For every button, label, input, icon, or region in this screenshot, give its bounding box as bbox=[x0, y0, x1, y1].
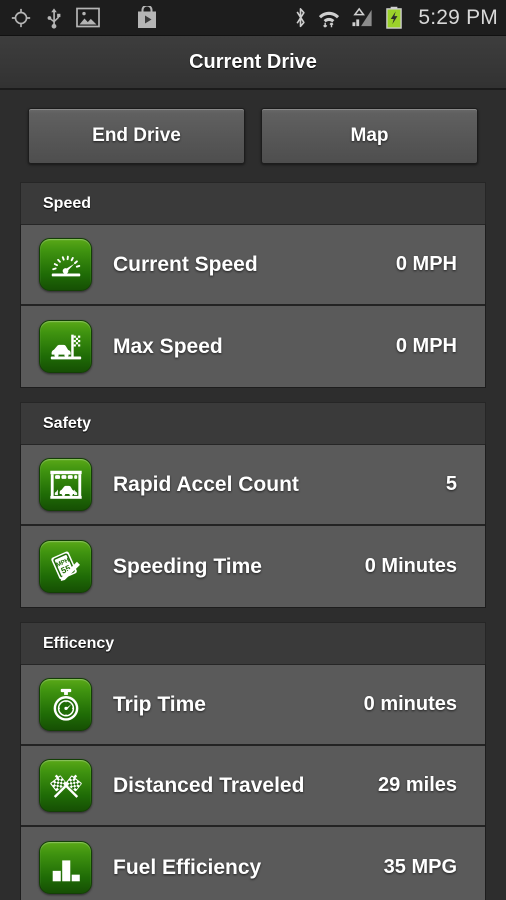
metric-value: 0 Minutes bbox=[364, 555, 457, 577]
cellular-signal-icon bbox=[350, 6, 376, 29]
map-button[interactable]: Map bbox=[261, 108, 478, 164]
section-rows: Current Speed 0 MPH Max Speed 0 MPH bbox=[20, 224, 486, 388]
metric-icon-wrapper bbox=[39, 238, 92, 291]
metric-row[interactable]: Current Speed 0 MPH bbox=[21, 225, 485, 306]
section-header: Efficency bbox=[20, 622, 486, 664]
page-title: Current Drive bbox=[189, 50, 317, 73]
metric-value: 0 MPH bbox=[395, 253, 457, 275]
metric-value: 0 MPH bbox=[395, 335, 457, 357]
wifi-icon bbox=[317, 6, 341, 29]
metric-value: 5 bbox=[445, 473, 457, 495]
battery-charging-icon bbox=[385, 6, 403, 29]
metric-row[interactable]: MPH 55 Speeding Time 0 Minutes bbox=[21, 526, 485, 607]
speed-limit-sign-pen-icon: MPH 55 bbox=[39, 540, 92, 593]
action-button-row: End Drive Map bbox=[0, 90, 506, 182]
bluetooth-icon bbox=[293, 6, 308, 29]
metric-icon-wrapper: MPH 55 bbox=[39, 540, 92, 593]
status-bar-left-icons bbox=[10, 6, 158, 29]
metrics-sections: Speed Current Speed 0 MPH Max Speed 0 MPH Saf… bbox=[0, 182, 506, 900]
metric-icon-wrapper bbox=[39, 320, 92, 373]
usb-icon bbox=[46, 7, 62, 29]
metric-row[interactable]: Rapid Accel Count 5 bbox=[21, 445, 485, 526]
section-rows: Trip Time 0 minutes Distanced Traveled 29 m… bbox=[20, 664, 486, 900]
status-bar[interactable]: 5:29 PM bbox=[0, 0, 506, 36]
app-title-bar: Current Drive bbox=[0, 36, 506, 90]
metric-icon-wrapper bbox=[39, 458, 92, 511]
metrics-section: Safety Rapid Accel Count 5 MPH 55 Speeding Ti… bbox=[20, 402, 486, 608]
status-bar-clock: 5:29 PM bbox=[418, 5, 498, 29]
metric-label: Fuel Efficiency bbox=[113, 855, 262, 879]
section-header: Safety bbox=[20, 402, 486, 444]
metric-row[interactable]: Fuel Efficiency 35 MPG bbox=[21, 827, 485, 900]
gallery-image-icon bbox=[76, 7, 100, 28]
play-store-icon bbox=[136, 6, 158, 29]
end-drive-button[interactable]: End Drive bbox=[28, 108, 245, 164]
metrics-section: Speed Current Speed 0 MPH Max Speed 0 MPH bbox=[20, 182, 486, 388]
metrics-section: Efficency Trip Time 0 minutes Distanced Tra… bbox=[20, 622, 486, 900]
metric-label: Max Speed bbox=[113, 334, 223, 358]
main-content: End Drive Map Speed Current Speed 0 MPH Max… bbox=[0, 90, 506, 900]
crossed-checkered-flags-icon bbox=[39, 759, 92, 812]
gps-crosshair-icon bbox=[10, 7, 32, 29]
metric-icon-wrapper bbox=[39, 759, 92, 812]
status-bar-right-icons: 5:29 PM bbox=[293, 6, 498, 30]
bar-chart-icon bbox=[39, 841, 92, 894]
stopwatch-icon bbox=[39, 678, 92, 731]
section-rows: Rapid Accel Count 5 MPH 55 Speeding Time 0 Mi… bbox=[20, 444, 486, 608]
metric-label: Distanced Traveled bbox=[113, 773, 305, 797]
metric-icon-wrapper bbox=[39, 841, 92, 894]
metric-value: 29 miles bbox=[378, 774, 457, 796]
metric-label: Rapid Accel Count bbox=[113, 472, 299, 496]
metric-label: Speeding Time bbox=[113, 554, 262, 578]
metric-value: 35 MPG bbox=[383, 856, 457, 878]
metric-row[interactable]: Distanced Traveled 29 miles bbox=[21, 746, 485, 827]
metric-icon-wrapper bbox=[39, 678, 92, 731]
speedometer-icon bbox=[39, 238, 92, 291]
car-finish-flag-icon bbox=[39, 320, 92, 373]
metric-value: 0 minutes bbox=[363, 693, 457, 715]
metric-label: Current Speed bbox=[113, 252, 258, 276]
metric-row[interactable]: Max Speed 0 MPH bbox=[21, 306, 485, 387]
section-header: Speed bbox=[20, 182, 486, 224]
start-line-cars-icon bbox=[39, 458, 92, 511]
metric-label: Trip Time bbox=[113, 692, 206, 716]
metric-row[interactable]: Trip Time 0 minutes bbox=[21, 665, 485, 746]
